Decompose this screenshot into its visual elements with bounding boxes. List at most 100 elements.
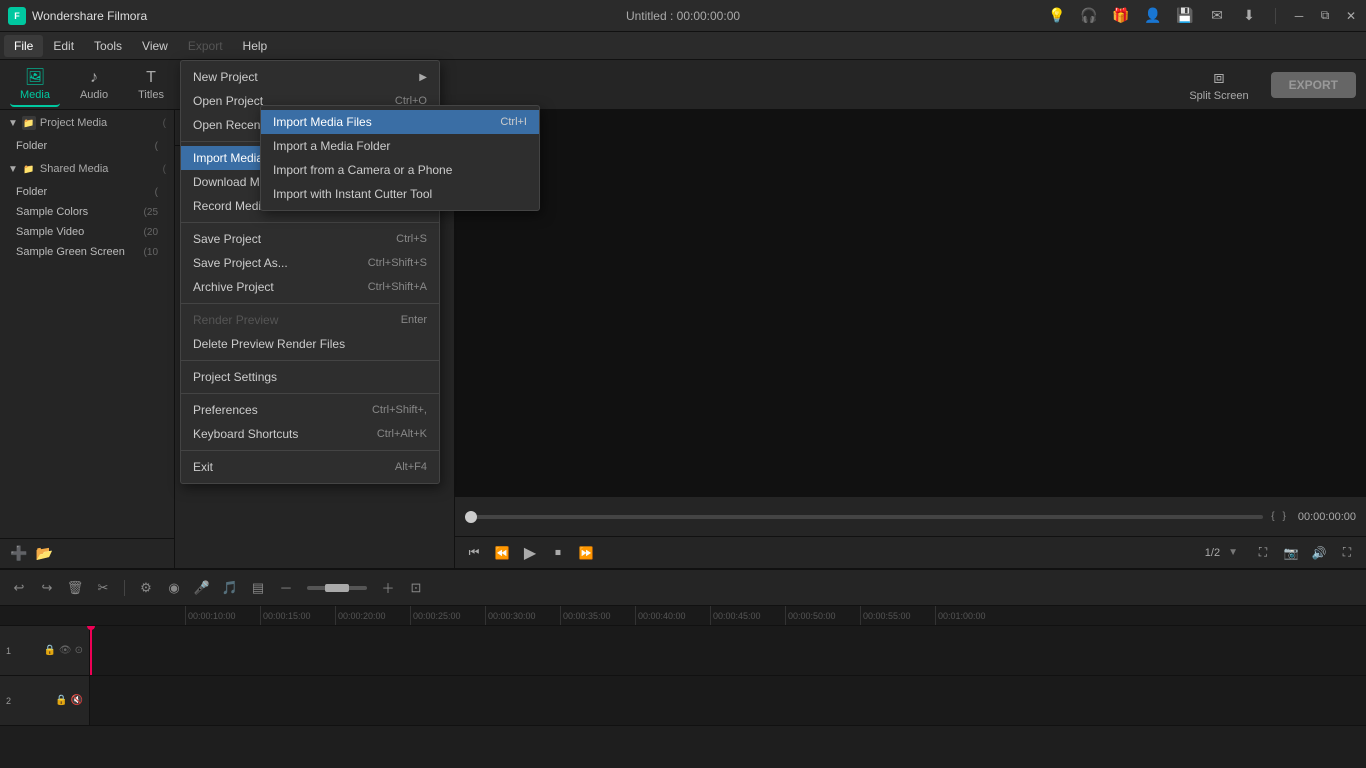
ruler-mark-3: 00:00:25:00	[410, 606, 485, 625]
lock-icon[interactable]: 🔒	[43, 645, 55, 656]
track-icons: 🔒 👁 ⊙	[43, 645, 83, 656]
prev-frame-button[interactable]: ⏮	[463, 542, 485, 564]
add-folder-icon[interactable]: ➕	[10, 545, 27, 562]
menu-sep-2	[181, 222, 439, 223]
menu-preferences[interactable]: Preferences Ctrl+Shift+,	[181, 398, 439, 422]
zoom-fit-icon[interactable]: ⊡	[405, 577, 427, 599]
marker-icon[interactable]: ◉	[163, 577, 185, 599]
menu-tools[interactable]: Tools	[84, 35, 132, 57]
mail-icon[interactable]: ✉	[1207, 6, 1227, 26]
fraction-display: 1/2	[1205, 547, 1220, 559]
import-files-label: Import Media Files	[273, 115, 372, 129]
audio-track-content[interactable]	[90, 676, 1366, 725]
audio-icon[interactable]: 🎵	[219, 577, 241, 599]
fullscreen-button[interactable]: ⛶	[1252, 542, 1274, 564]
sample-video-item[interactable]: Sample Video (20	[0, 222, 174, 242]
video-track-header: 1 🔒 👁 ⊙	[0, 626, 90, 675]
mute-icon[interactable]: 🔇	[71, 695, 83, 706]
menu-keyboard-shortcuts[interactable]: Keyboard Shortcuts Ctrl+Alt+K	[181, 422, 439, 446]
stop-button[interactable]: ⏹	[547, 542, 569, 564]
play-button[interactable]: ▶	[519, 542, 541, 564]
snap-icon[interactable]: ⚙	[135, 577, 157, 599]
submenu-import-files[interactable]: Import Media Files Ctrl+I	[261, 110, 539, 134]
mic-icon[interactable]: 🎤	[191, 577, 213, 599]
sample-green-screen-item[interactable]: Sample Green Screen (10	[0, 242, 174, 262]
settings-button[interactable]: ⛶	[1336, 542, 1358, 564]
cut-button[interactable]: ✂	[92, 577, 114, 599]
tab-audio[interactable]: ♪ Audio	[70, 65, 118, 105]
sample-colors-item[interactable]: Sample Colors (25	[0, 202, 174, 222]
hide-icon[interactable]: ⊙	[75, 645, 83, 656]
next-button[interactable]: ⏩	[575, 542, 597, 564]
gift-icon[interactable]: 🎁	[1111, 6, 1131, 26]
menu-save-project-as[interactable]: Save Project As... Ctrl+Shift+S	[181, 251, 439, 275]
export-button[interactable]: EXPORT	[1271, 72, 1356, 98]
ruler-mark-4: 00:00:30:00	[485, 606, 560, 625]
video-track-row: 1 🔒 👁 ⊙	[0, 626, 1366, 676]
zoom-in-icon[interactable]: ＋	[377, 577, 399, 599]
volume-button[interactable]: 🔊	[1308, 542, 1330, 564]
redo-button[interactable]: ↪	[36, 577, 58, 599]
prev-button[interactable]: ⏪	[491, 542, 513, 564]
audio-track-icons: 🔒 🔇	[55, 695, 83, 706]
submenu-import-folder[interactable]: Import a Media Folder	[261, 134, 539, 158]
tab-titles[interactable]: T Titles	[128, 65, 174, 105]
delete-track-button[interactable]: 🗑	[64, 577, 86, 599]
eye-icon[interactable]: 👁	[59, 645, 72, 656]
shared-media-section[interactable]: ▼ 📁 Shared Media (	[0, 156, 174, 182]
zoom-out-icon[interactable]: －	[275, 577, 297, 599]
menu-project-settings[interactable]: Project Settings	[181, 365, 439, 389]
ruler-mark-8: 00:00:50:00	[785, 606, 860, 625]
fraction-dropdown-icon[interactable]: ▼	[1228, 547, 1238, 558]
menu-sep-6	[181, 450, 439, 451]
ruler-mark-5: 00:00:35:00	[560, 606, 635, 625]
titlebar-right: 💡 🎧 🎁 👤 💾 ✉ ⬇ ─ ⧉ ✕	[1047, 6, 1358, 26]
menu-export[interactable]: Export	[178, 35, 233, 57]
ruler-mark-6: 00:00:40:00	[635, 606, 710, 625]
media-tab-icon: 🖼	[25, 67, 45, 87]
menu-file[interactable]: File	[4, 35, 43, 57]
range-end-icon[interactable]: }	[1283, 511, 1286, 522]
import-folder-label: Import a Media Folder	[273, 139, 390, 153]
tab-media[interactable]: 🖼 Media	[10, 63, 60, 107]
audio-track-number: 2	[6, 696, 11, 706]
undo-button[interactable]: ↩	[8, 577, 30, 599]
submenu-import-camera[interactable]: Import from a Camera or a Phone	[261, 158, 539, 182]
caption-icon[interactable]: ▤	[247, 577, 269, 599]
save-cloud-icon[interactable]: 💾	[1175, 6, 1195, 26]
ruler-mark-0: 00:00:10:00	[185, 606, 260, 625]
lock-icon-2[interactable]: 🔒	[55, 695, 67, 706]
zoom-slider[interactable]	[307, 586, 367, 590]
menu-view[interactable]: View	[132, 35, 178, 57]
open-folder-icon[interactable]: 📂	[35, 545, 52, 562]
video-track-content[interactable]	[90, 626, 1366, 675]
bulb-icon[interactable]: 💡	[1047, 6, 1067, 26]
download-icon[interactable]: ⬇	[1239, 6, 1259, 26]
menu-sep-4	[181, 360, 439, 361]
project-media-section[interactable]: ▼ 📁 Project Media (	[0, 110, 174, 136]
range-start-icon[interactable]: {	[1271, 511, 1274, 522]
shared-folder-item[interactable]: Folder (	[0, 182, 174, 202]
menu-exit[interactable]: Exit Alt+F4	[181, 455, 439, 479]
preview-slider[interactable]	[465, 515, 1263, 519]
user-icon[interactable]: 👤	[1143, 6, 1163, 26]
split-screen-button[interactable]: ⧈ Split Screen	[1177, 63, 1260, 106]
menu-archive-project[interactable]: Archive Project Ctrl+Shift+A	[181, 275, 439, 299]
left-panel-bottom: ➕ 📂	[0, 538, 174, 568]
restore-button[interactable]: ⧉	[1318, 9, 1332, 23]
minimize-button[interactable]: ─	[1292, 9, 1306, 23]
screenshot-button[interactable]: 📷	[1280, 542, 1302, 564]
menu-new-project[interactable]: New Project ▶	[181, 65, 439, 89]
menu-edit[interactable]: Edit	[43, 35, 84, 57]
submenu-import-cutter[interactable]: Import with Instant Cutter Tool	[261, 182, 539, 206]
chevron-down-icon-2: ▼	[8, 164, 18, 175]
menu-save-project[interactable]: Save Project Ctrl+S	[181, 227, 439, 251]
titlebar: F Wondershare Filmora Untitled : 00:00:0…	[0, 0, 1366, 32]
headset-icon[interactable]: 🎧	[1079, 6, 1099, 26]
timeline-tracks: 1 🔒 👁 ⊙ 2 🔒 🔇	[0, 626, 1366, 768]
close-button[interactable]: ✕	[1344, 9, 1358, 23]
menu-delete-preview[interactable]: Delete Preview Render Files	[181, 332, 439, 356]
app-logo-icon: F	[8, 7, 26, 25]
menu-help[interactable]: Help	[233, 35, 278, 57]
folder-item[interactable]: Folder (	[0, 136, 174, 156]
